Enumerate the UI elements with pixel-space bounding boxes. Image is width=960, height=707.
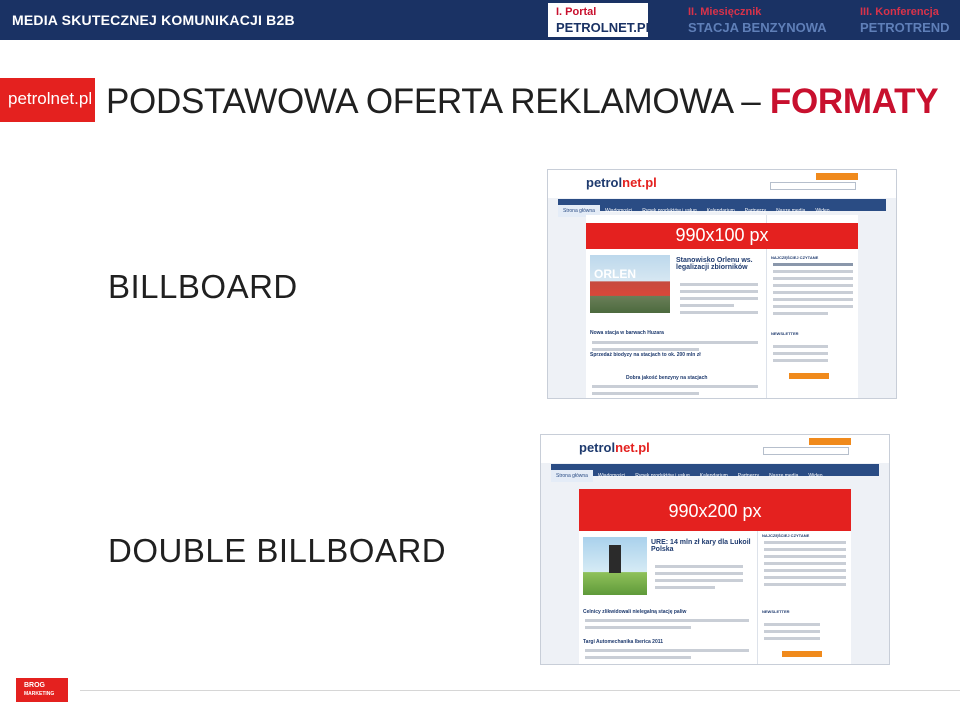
main-column: URE: 14 mln zł kary dla Lukoil Polska Ce… <box>579 531 757 664</box>
magazine-label: II. Miesięcznik <box>688 6 762 18</box>
fuel-pump-icon <box>609 545 621 573</box>
newsletter-lines <box>758 619 852 644</box>
magazine-name: STACJA BENZYNOWA <box>688 20 827 35</box>
nav-portal-petrolnet[interactable]: I. Portal PETROLNET.PL <box>548 3 654 37</box>
newsletter-button <box>809 438 851 445</box>
site-logo: petrolnet.pl <box>586 175 657 190</box>
headline: Stanowisko Orlenu ws. legalizacji zbiorn… <box>676 257 753 271</box>
story-lines <box>586 337 764 355</box>
conference-name: PETROTREND <box>860 20 950 35</box>
top-bar: MEDIA SKUTECZNEJ KOMUNIKACJI B2B I. Port… <box>0 0 960 40</box>
story-title: Nowa stacja w barwach Huzara <box>590 330 664 336</box>
search-input <box>763 447 849 455</box>
billboard-screenshot: petrolnet.pl Strona główna Wiadomości Ryne… <box>547 169 897 399</box>
headline: URE: 14 mln zł kary dla Lukoil Polska <box>651 539 751 553</box>
page-title: PODSTAWOWA OFERTA REKLAMOWA – FORMATY <box>106 82 939 122</box>
portal-label: I. Portal <box>556 6 597 18</box>
format-label-billboard: BILLBOARD <box>108 268 298 305</box>
ad-slot-billboard: 990x100 px <box>586 223 858 249</box>
nav-item: Wideo <box>808 473 823 479</box>
sidebar-lines <box>767 259 859 319</box>
lead-lines <box>674 279 764 318</box>
title-accent: FORMATY <box>769 82 939 121</box>
ad-slot-double-billboard: 990x200 px <box>579 489 851 531</box>
nav-item: Strona główna <box>551 470 593 482</box>
format-label-double-billboard: DOUBLE BILLBOARD <box>108 532 447 569</box>
story-lines <box>586 381 764 398</box>
subscribe-button <box>782 651 822 657</box>
story-lines <box>579 615 755 633</box>
nav-item: Rynek produktów i usług <box>635 473 690 479</box>
orlen-sign: ORLEN <box>594 267 636 281</box>
nav-item: Partnerzy <box>737 473 760 479</box>
site-logo: petrolnet.pl <box>579 440 650 455</box>
nav-conference-petrotrend[interactable]: III. Konferencja PETROTREND <box>860 3 950 37</box>
site-header: petrolnet.pl <box>548 170 896 198</box>
brog-marketing-logo: BROG MARKETING <box>16 678 68 702</box>
title-main: PODSTAWOWA OFERTA REKLAMOWA – <box>106 82 761 121</box>
nav-magazine-stacja[interactable]: II. Miesięcznik STACJA BENZYNOWA <box>688 3 827 37</box>
portal-name: PETROLNET.PL <box>556 20 654 35</box>
petrolnet-logo: petrolnet.pl <box>0 78 95 122</box>
sidebar: NAJCZĘŚCIEJ CZYTANE NEWSLETTER <box>757 531 852 664</box>
subscribe-button <box>789 373 829 379</box>
search-input <box>770 182 856 190</box>
site-nav: Strona główna Wiadomości Rynek produktów i… <box>551 464 879 482</box>
newsletter-heading: NEWSLETTER <box>771 331 799 336</box>
tagline: MEDIA SKUTECZNEJ KOMUNIKACJI B2B <box>12 12 295 28</box>
site-header: petrolnet.pl <box>541 435 889 463</box>
lead-lines <box>649 561 749 593</box>
story-lines <box>579 645 755 663</box>
newsletter-button <box>816 173 858 180</box>
newsletter-lines <box>767 341 859 366</box>
double-billboard-screenshot: petrolnet.pl Strona główna Wiadomości Ryne… <box>540 434 890 665</box>
conference-label: III. Konferencja <box>860 6 939 18</box>
nav-item: Nasze media <box>769 473 799 479</box>
nav-item: Kalendarium <box>699 473 728 479</box>
footer-divider <box>80 690 960 691</box>
sidebar-lines <box>758 537 852 590</box>
site-nav: Strona główna Wiadomości Rynek produktów i… <box>558 199 886 217</box>
newsletter-heading: NEWSLETTER <box>762 609 790 614</box>
orlen-photo <box>590 255 670 313</box>
nav-item: Wiadomości <box>597 473 626 479</box>
